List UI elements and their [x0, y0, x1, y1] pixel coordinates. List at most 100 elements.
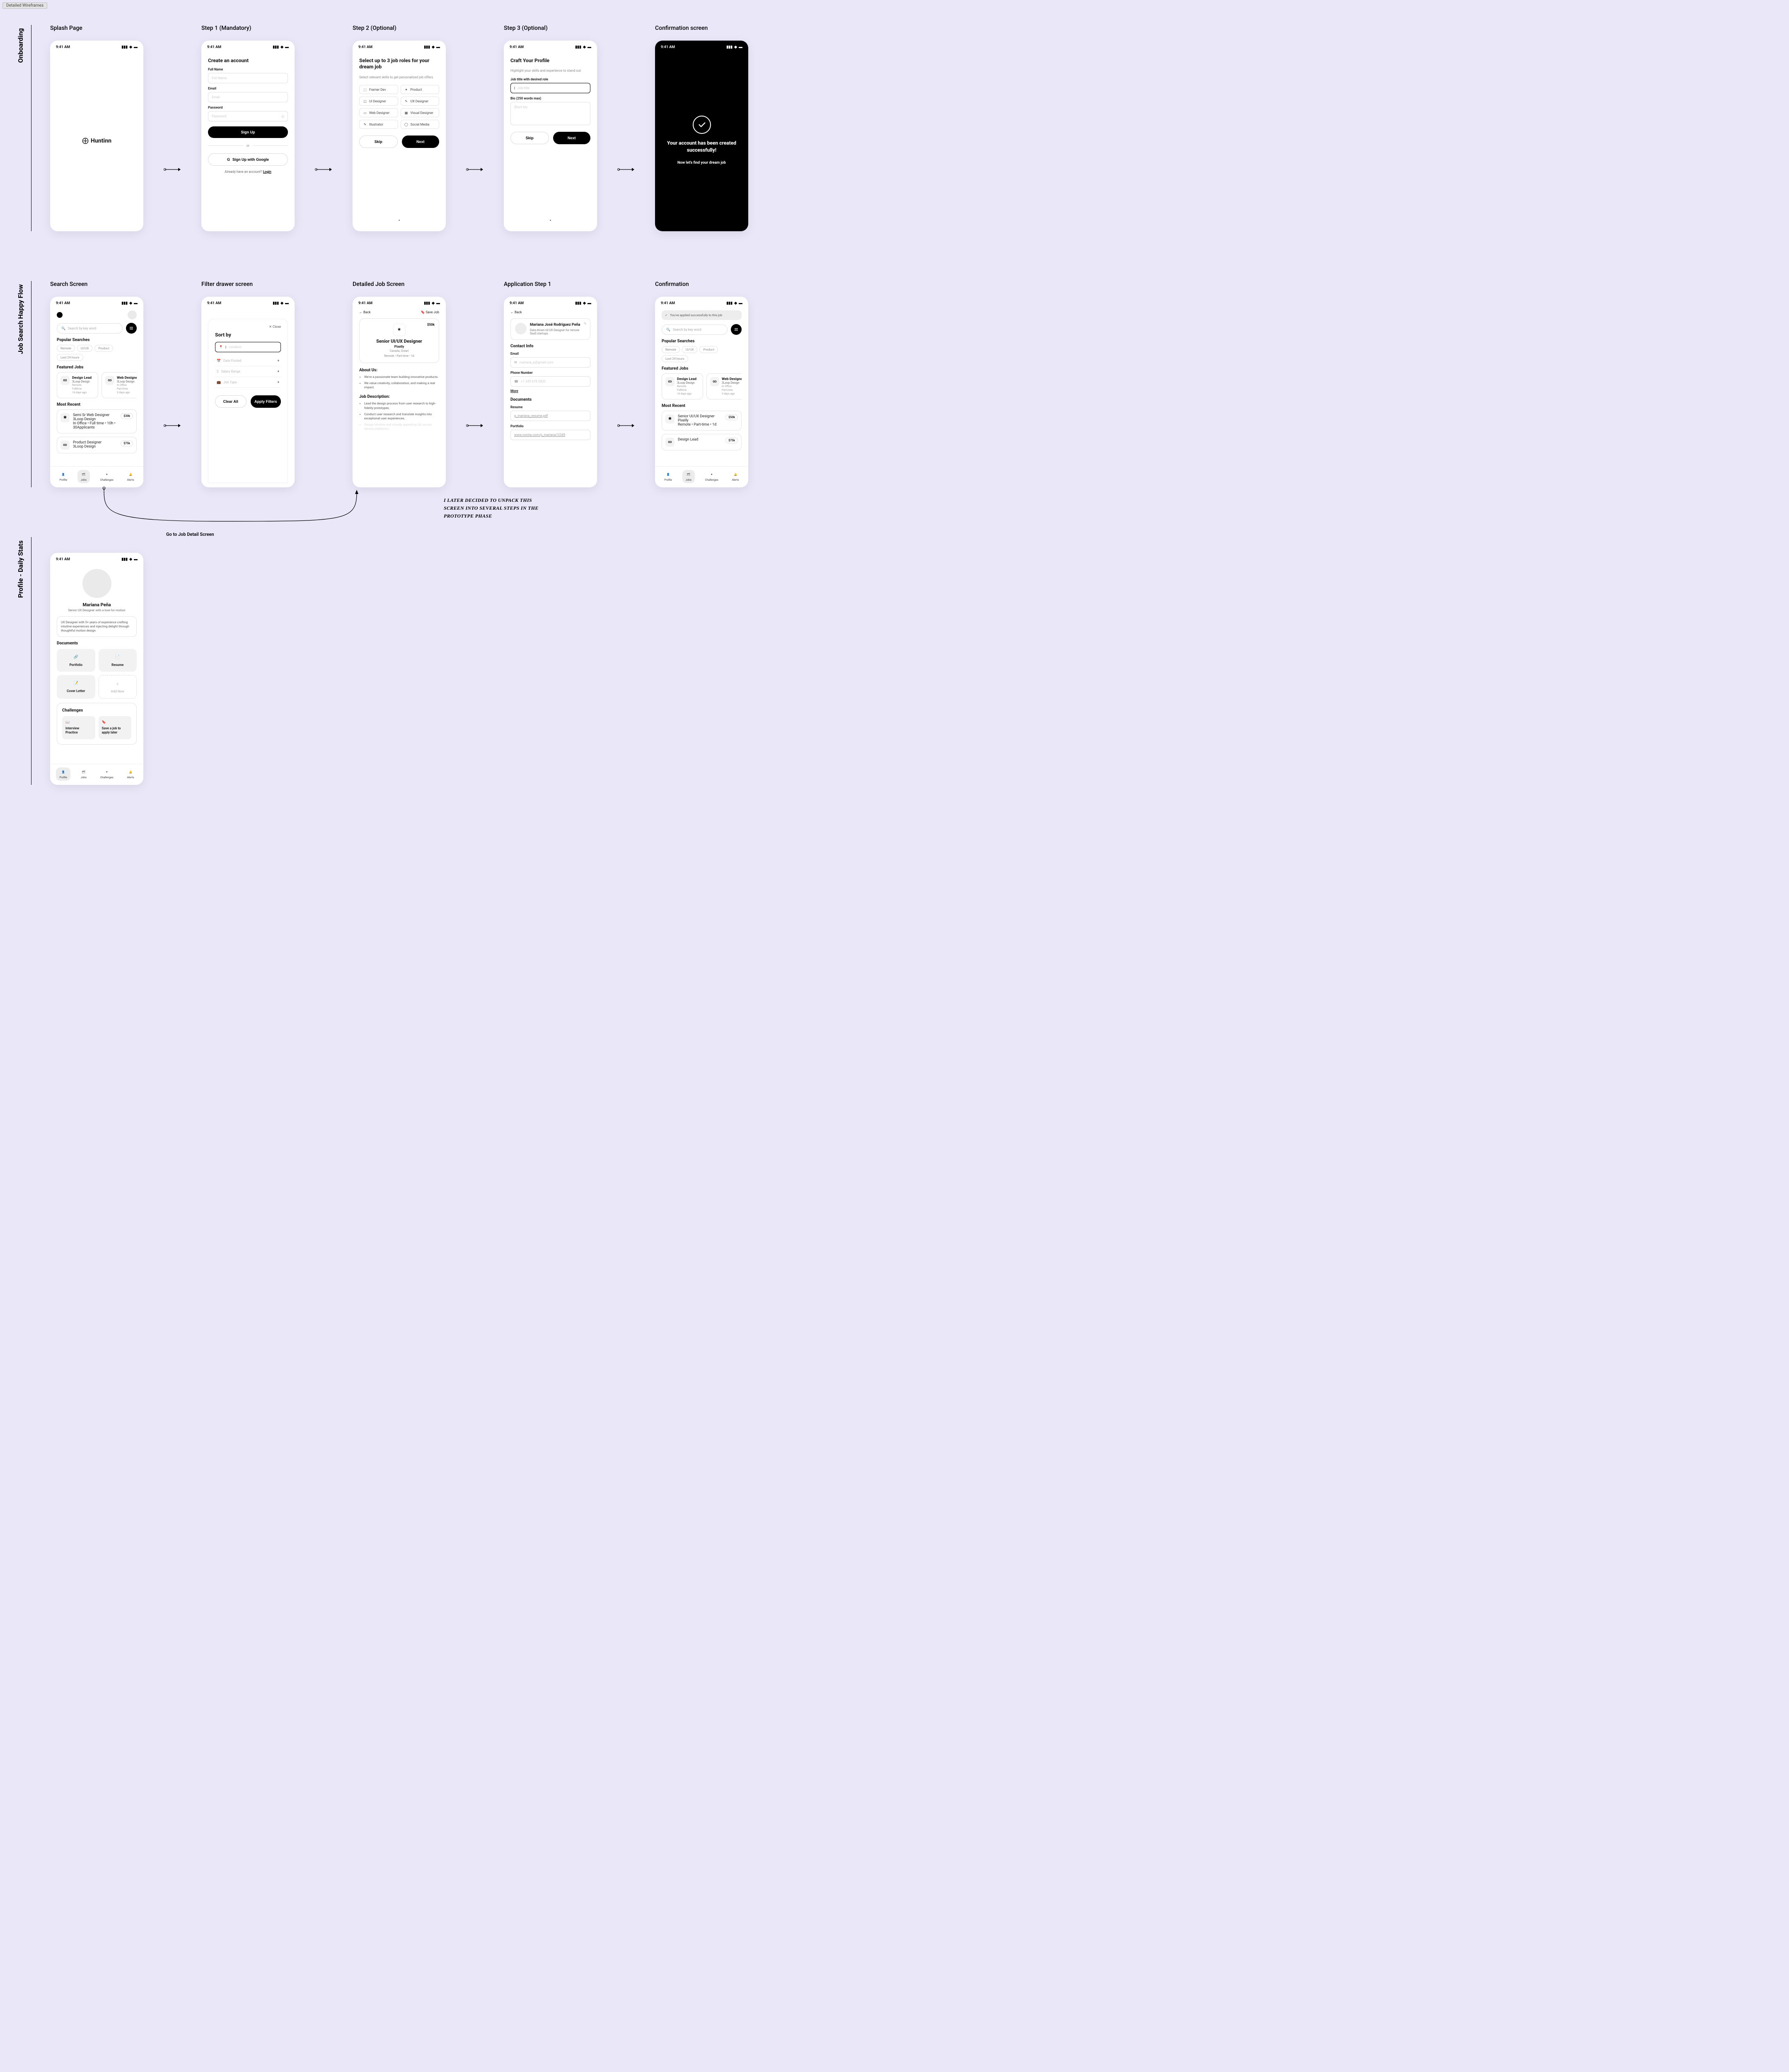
tag[interactable]: Last 24 hours — [57, 354, 83, 361]
input-email[interactable]: ✉mariana_p@gmail.com — [510, 357, 590, 368]
input-bio[interactable]: Short bio — [510, 102, 590, 125]
back-button[interactable]: ← Back — [359, 310, 371, 314]
nav-profile[interactable]: 👤Profile — [661, 470, 675, 483]
label-password: Password — [208, 106, 288, 109]
signal-icon: ▮▮▮ — [273, 45, 279, 49]
tag[interactable]: Product — [94, 345, 113, 352]
nav-challenges[interactable]: ✦Challenges — [702, 470, 722, 483]
input-location[interactable]: 📍|Location — [215, 342, 281, 352]
signup-button[interactable]: Sign Up — [208, 126, 288, 138]
search-input[interactable]: 🔍 Search by key word — [57, 323, 123, 334]
job-title: Design Lead — [677, 377, 696, 381]
chip-ux[interactable]: ✎UX Designer — [401, 97, 440, 106]
edit-icon[interactable]: ✎ — [583, 322, 587, 326]
job-card[interactable]: ∞ Design Lead 3Loop Design RemoteFulltim… — [57, 372, 98, 398]
nav-alerts[interactable]: 🔔Alerts — [123, 470, 137, 483]
tag[interactable]: Remote — [662, 346, 680, 353]
skip-button[interactable]: Skip — [359, 136, 398, 148]
job-card[interactable]: ∞ Web Designer 3Loop Design In OfficePar… — [102, 372, 137, 398]
list-item[interactable]: ∞ Product Designer 3Loop Design $75k — [57, 437, 137, 453]
flow-caption: Go to Job Detail Screen — [166, 532, 214, 537]
input-email[interactable]: Email — [208, 92, 288, 102]
portfolio-field[interactable]: www.contra.com/p_mariana12345 — [510, 430, 590, 440]
list-item[interactable]: ✱ Semi Sr Web Designer 3Loop Design In O… — [57, 409, 137, 433]
nav-jobs[interactable]: 🗂Jobs — [682, 470, 695, 483]
job-company: Pixelly — [365, 345, 434, 349]
search-input[interactable]: 🔍Search by key word — [662, 324, 728, 335]
nav-jobs[interactable]: 🗂Jobs — [77, 470, 90, 483]
apply-filters-button[interactable]: Apply Filters — [251, 395, 281, 408]
tag[interactable]: Last 24 hours — [662, 355, 688, 362]
nav-challenges[interactable]: ✦Challenges — [97, 767, 117, 781]
tag[interactable]: Product — [699, 346, 718, 353]
clear-button[interactable]: Clear All — [215, 395, 247, 408]
nav-alerts[interactable]: 🔔Alerts — [123, 767, 137, 781]
challenge-interview[interactable]: 📖Interview Practice — [62, 716, 95, 739]
tag[interactable]: Remote — [57, 345, 75, 352]
input-jobtitle[interactable]: |Job title — [510, 83, 590, 93]
battery-icon: ▬ — [134, 557, 138, 562]
bell-icon: 🔔 — [128, 472, 133, 477]
doc-add-new[interactable]: ＋Add New — [99, 675, 137, 699]
filter-jobtype[interactable]: 💼Job Type+ — [215, 377, 281, 388]
tag[interactable]: UI/UX — [682, 346, 698, 353]
next-button[interactable]: Next — [402, 136, 440, 148]
google-signup-button[interactable]: G Sign Up with Google — [208, 153, 288, 166]
signal-icon: ▮▮▮ — [273, 301, 279, 305]
filter-button[interactable] — [731, 324, 742, 335]
input-phone[interactable]: ☎+1 345 678 5432 — [510, 376, 590, 387]
filter-button[interactable] — [126, 323, 137, 334]
login-link[interactable]: Login — [263, 170, 271, 174]
chip-visual[interactable]: ▦Visual Designer — [401, 108, 440, 117]
next-button[interactable]: Next — [553, 132, 591, 144]
chip-ui[interactable]: ▢UI Designer — [359, 97, 398, 106]
figma-frame-label: Detailed Wireframes — [2, 2, 47, 9]
heading-craft-profile: Craft Your Profile — [510, 58, 590, 63]
heading-popular: Popular Searches — [662, 339, 742, 344]
resume-field[interactable]: p_mariana_resume.pdf — [510, 411, 590, 421]
list-item[interactable]: ✱ Senior UI/UX DesignerPixellyRemote • P… — [662, 411, 742, 431]
heading-documents: Documents — [510, 397, 590, 402]
job-title: Senior UI/UX Designer — [678, 414, 722, 419]
chip-product[interactable]: ✦Product — [401, 85, 440, 94]
input-password[interactable]: Password ◎ — [208, 111, 288, 121]
filter-date[interactable]: 📅Date Posted+ — [215, 356, 281, 366]
nav-jobs[interactable]: 🗂Jobs — [77, 767, 90, 781]
nav-profile[interactable]: 👤Profile — [56, 470, 70, 483]
status-bar: 9:41 AM▮▮▮◆▬ — [655, 297, 748, 306]
company-logo: ∞ — [60, 441, 70, 450]
doc-portfolio[interactable]: 🔗Portfolio — [57, 649, 95, 672]
chip-framer[interactable]: ⬚Framer Dev — [359, 85, 398, 94]
chip-web[interactable]: ▭Web Designer — [359, 108, 398, 117]
eye-icon[interactable]: ◎ — [281, 114, 284, 118]
more-link[interactable]: More — [510, 389, 518, 393]
flow-arrow — [618, 167, 634, 172]
chip-social[interactable]: ◯Social Media — [401, 120, 440, 129]
filter-salary[interactable]: $Salary Range+ — [215, 366, 281, 377]
doc-coverletter[interactable]: 📝Cover Letter — [57, 675, 95, 699]
input-fullname[interactable]: Full Name — [208, 73, 288, 83]
profile-card: Mariana José Rodriguez Peña Data-driven … — [510, 318, 590, 340]
avatar[interactable] — [128, 310, 137, 320]
job-card[interactable]: ∞ Web Designer3Loop DesignIn OfficePart-… — [706, 373, 742, 399]
avatar[interactable] — [82, 569, 111, 598]
pager-dots: • — [510, 218, 590, 227]
nav-profile[interactable]: 👤Profile — [56, 767, 70, 781]
job-title: Design Lead — [72, 376, 92, 380]
challenge-savejob[interactable]: 🔖Save a job to apply later — [99, 716, 132, 739]
nav-alerts[interactable]: 🔔Alerts — [728, 470, 742, 483]
back-button[interactable]: ← Back — [510, 310, 522, 314]
chip-illustrator[interactable]: ✎Illustrator — [359, 120, 398, 129]
status-time: 9:41 AM — [56, 45, 70, 49]
close-button[interactable]: ✕ Close — [215, 325, 281, 329]
section-onboarding: Onboarding Splash Page 9:41 AM ▮▮▮ ◆ ▬ — [17, 25, 1772, 231]
phone-app1: 9:41 AM▮▮▮◆▬ ← Back Mariana José Rodrigu… — [504, 297, 597, 487]
job-card[interactable]: ∞ Design Lead3Loop DesignRemoteFulltime1… — [662, 373, 703, 399]
save-job-button[interactable]: 🔖 Save Job — [421, 310, 439, 314]
tag[interactable]: UI/UX — [77, 345, 93, 352]
nav-challenges[interactable]: ✦Challenges — [97, 470, 117, 483]
list-item[interactable]: ∞ Design Lead $75k — [662, 434, 742, 450]
doc-resume[interactable]: 📄Resume — [99, 649, 137, 672]
skip-button[interactable]: Skip — [510, 132, 549, 144]
salary-badge: $50k — [725, 414, 738, 420]
